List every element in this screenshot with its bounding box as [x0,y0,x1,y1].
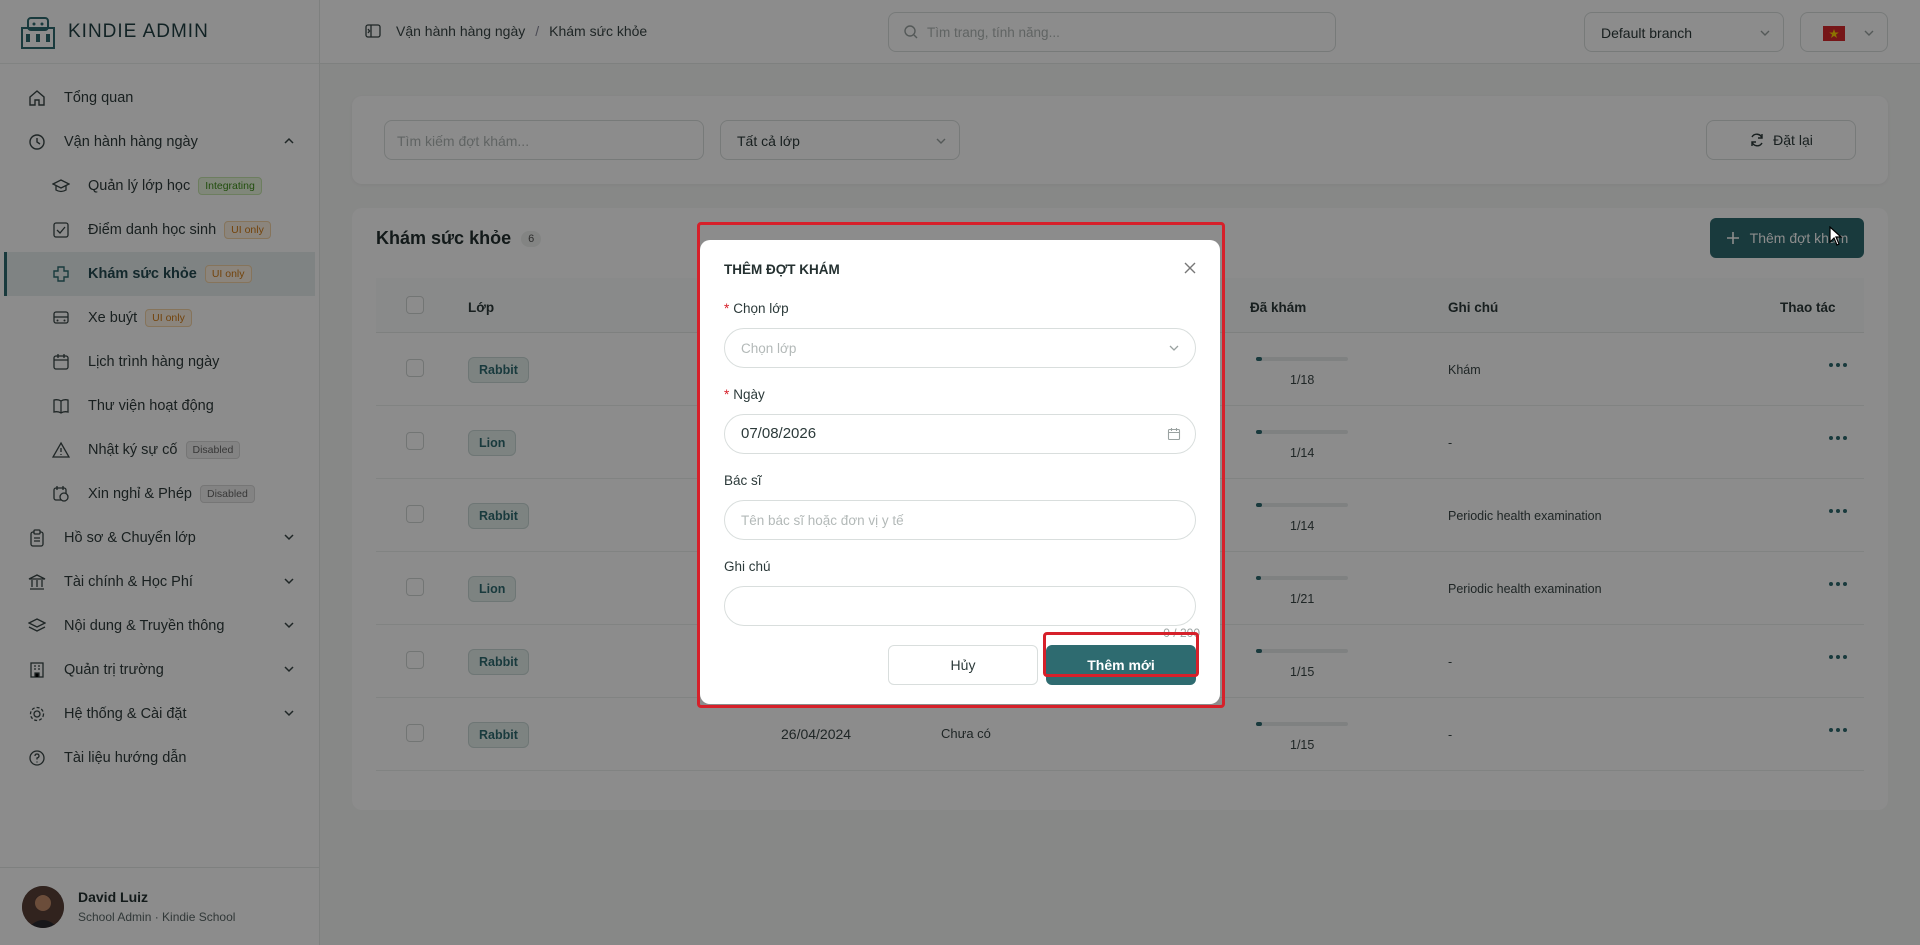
date-value: 07/08/2026 [741,425,817,442]
required-marker: * [724,301,730,316]
modal-title: THÊM ĐỢT KHÁM [724,262,840,277]
cancel-button[interactable]: Hủy [888,645,1038,685]
class-select-placeholder: Chọn lớp [741,341,797,356]
chevron-down-icon [1169,345,1179,351]
add-exam-modal: THÊM ĐỢT KHÁM * Chọn lớp Chọn lớp * Ngày 0… [700,240,1220,704]
calendar-icon [1167,428,1181,441]
character-counter: 0 / 200 [1163,626,1200,640]
class-field-label: * Chọn lớp [724,301,789,316]
class-select[interactable]: Chọn lớp [724,328,1196,368]
date-field-label: * Ngày [724,387,765,402]
close-icon[interactable] [1182,260,1198,276]
date-picker[interactable]: 07/08/2026 [724,414,1196,454]
mouse-cursor-icon [1829,226,1843,246]
submit-button[interactable]: Thêm mới [1046,645,1196,685]
note-textarea[interactable] [724,586,1196,626]
doctor-input[interactable]: Tên bác sĩ hoặc đơn vị y tế [724,500,1196,540]
required-marker: * [724,387,730,402]
note-field-label: Ghi chú [724,559,771,574]
doctor-input-placeholder: Tên bác sĩ hoặc đơn vị y tế [741,513,904,528]
doctor-field-label: Bác sĩ [724,473,762,488]
